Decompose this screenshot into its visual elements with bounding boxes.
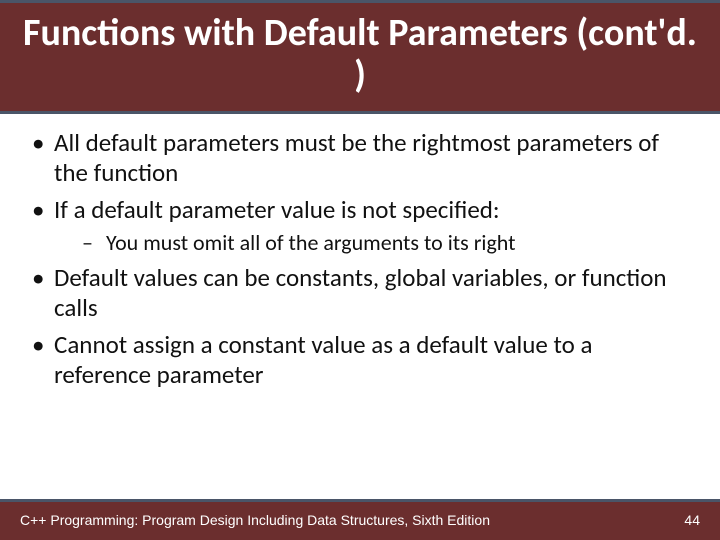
bullet-item: Cannot assign a constant value as a defa… bbox=[26, 330, 694, 391]
footer-source: C++ Programming: Program Design Includin… bbox=[20, 512, 490, 528]
slide-body: All default parameters must be the right… bbox=[0, 114, 720, 499]
sub-bullet-text: You must omit all of the arguments to it… bbox=[106, 229, 516, 256]
slide-title-bar: Functions with Default Parameters (cont'… bbox=[0, 0, 720, 114]
sub-bullet-item: You must omit all of the arguments to it… bbox=[54, 229, 694, 257]
bullet-item: All default parameters must be the right… bbox=[26, 128, 694, 189]
footer-page-number: 44 bbox=[672, 512, 700, 528]
bullet-text: Cannot assign a constant value as a defa… bbox=[54, 329, 592, 391]
slide-title: Functions with Default Parameters (cont'… bbox=[16, 13, 704, 97]
bullet-item: If a default parameter value is not spec… bbox=[26, 195, 694, 257]
bullet-text: Default values can be constants, global … bbox=[54, 262, 667, 324]
bullet-list: All default parameters must be the right… bbox=[26, 128, 694, 391]
bullet-item: Default values can be constants, global … bbox=[26, 263, 694, 324]
slide-footer: C++ Programming: Program Design Includin… bbox=[0, 499, 720, 540]
sub-bullet-list: You must omit all of the arguments to it… bbox=[54, 229, 694, 257]
bullet-text: If a default parameter value is not spec… bbox=[54, 194, 500, 225]
bullet-text: All default parameters must be the right… bbox=[54, 127, 659, 189]
